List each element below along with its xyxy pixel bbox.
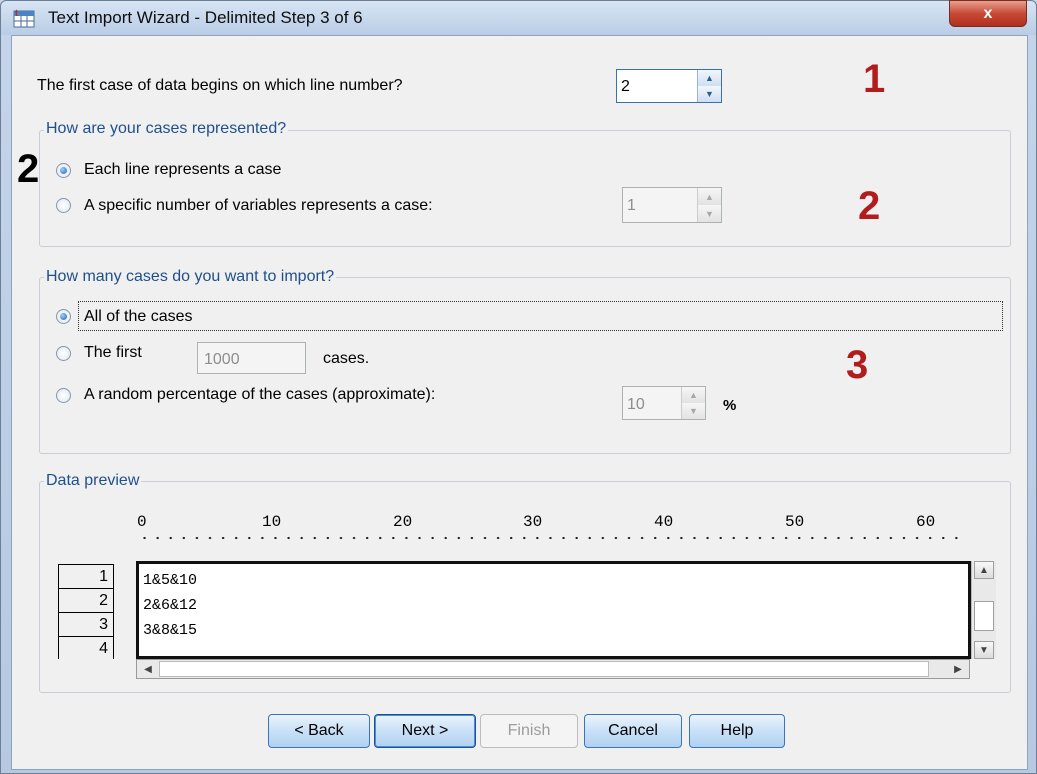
preview-line: 3&8&15 [143,622,198,639]
cases-import-title: How many cases do you want to import? [44,268,337,286]
spin-up-icon[interactable]: ▲ [697,70,721,86]
spss-app-icon: t [13,8,35,28]
wizard-client-area: The first case of data begins on which l… [11,35,1028,770]
first-case-spinner[interactable]: 2 ▲ ▼ [616,69,722,103]
all-cases-label[interactable]: All of the cases [84,308,193,326]
scroll-up-icon[interactable]: ▲ [974,561,994,579]
cancel-button[interactable]: Cancel [584,714,682,748]
radio-random-percentage[interactable] [56,388,71,403]
radio-first-cases[interactable] [56,346,71,361]
row-number: 3 [58,612,114,637]
random-percentage-label[interactable]: A random percentage of the cases (approx… [84,386,435,404]
specific-variables-value[interactable]: 1 [627,197,636,215]
spin-up-icon[interactable]: ▲ [697,188,721,205]
preview-horizontal-scrollbar[interactable]: ◀ ▶ [136,659,970,679]
row-number-column: 1 2 3 4 [58,564,114,659]
ruler-label: 50 [785,513,805,531]
close-button[interactable]: x [949,0,1027,27]
scroll-left-icon[interactable]: ◀ [139,661,157,677]
first-cases-value[interactable]: 1000 [204,351,240,369]
ruler-label: 60 [916,513,936,531]
cases-represented-title: How are your cases represented? [44,120,289,138]
random-percentage-value[interactable]: 10 [627,396,645,414]
back-button[interactable]: < Back [268,714,370,748]
close-icon: x [983,4,993,22]
help-button[interactable]: Help [689,714,785,748]
ruler-label: 0 [137,513,147,531]
ruler-ticks [138,535,964,541]
annotation-2-right: 2 [858,184,881,228]
svg-text:t: t [15,8,18,18]
horizontal-scroll-thumb[interactable] [159,661,929,677]
scroll-right-icon[interactable]: ▶ [949,661,967,677]
annotation-2-left: 2 [17,147,40,191]
window-title: Text Import Wizard - Delimited Step 3 of… [48,8,363,27]
row-number: 4 [58,636,114,659]
annotation-3: 3 [846,343,869,387]
ruler-label: 40 [654,513,674,531]
first-cases-suffix: cases. [323,350,370,367]
first-cases-label[interactable]: The first [84,344,142,362]
spin-up-icon[interactable]: ▲ [681,387,705,403]
each-line-label[interactable]: Each line represents a case [84,161,281,179]
preview-vertical-scrollbar[interactable]: ▲ ▼ [971,561,996,659]
preview-line: 1&5&10 [143,572,198,589]
random-percentage-spinner[interactable]: 10 ▲ ▼ [622,386,706,420]
scroll-thumb[interactable] [974,601,994,631]
specific-variables-label[interactable]: A specific number of variables represent… [84,197,433,215]
column-ruler: 0 10 20 30 40 50 60 [132,511,972,547]
ruler-label: 30 [523,513,543,531]
spin-down-icon[interactable]: ▼ [697,86,721,102]
first-case-value[interactable]: 2 [621,78,630,96]
spin-down-icon[interactable]: ▼ [681,403,705,419]
row-number: 2 [58,588,114,613]
title-bar[interactable]: t Text Import Wizard - Delimited Step 3 … [1,0,1036,35]
radio-specific-variables[interactable] [56,198,71,213]
annotation-1: 1 [863,57,886,101]
first-cases-input[interactable]: 1000 [197,342,306,374]
next-button[interactable]: Next > [374,714,476,748]
first-case-label: The first case of data begins on which l… [37,77,403,94]
preview-line: 2&6&12 [143,597,198,614]
radio-all-cases[interactable] [56,309,71,324]
ruler-label: 20 [393,513,413,531]
focus-rectangle [78,301,1003,331]
text-import-wizard-window: t Text Import Wizard - Delimited Step 3 … [0,0,1037,774]
finish-button: Finish [480,714,578,748]
data-preview-box[interactable]: 1&5&10 2&6&12 3&8&15 [136,561,971,659]
row-number: 1 [58,564,114,589]
specific-variables-spinner[interactable]: 1 ▲ ▼ [622,187,722,223]
percent-sign: % [723,397,737,414]
ruler-label: 10 [262,513,282,531]
scroll-down-icon[interactable]: ▼ [974,641,994,659]
spin-down-icon[interactable]: ▼ [697,205,721,222]
radio-each-line[interactable] [56,163,71,178]
data-preview-title: Data preview [44,472,142,490]
